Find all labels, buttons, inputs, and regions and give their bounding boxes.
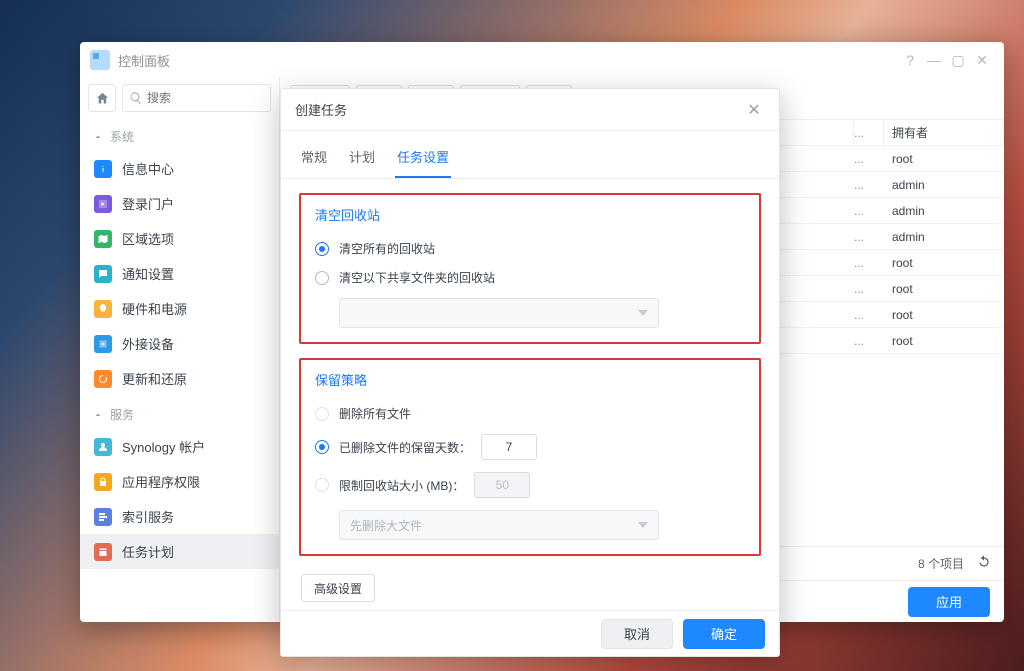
lock-icon — [97, 476, 109, 488]
nav-info-center[interactable]: 信息中心 — [80, 151, 279, 186]
nav-task-scheduler[interactable]: 任务计划 — [80, 534, 279, 569]
app-icon — [90, 50, 110, 70]
dialog-footer: 取消 确定 — [281, 610, 779, 656]
home-icon — [95, 91, 110, 106]
owner-cell: admin — [884, 230, 1004, 244]
update-icon — [97, 373, 109, 385]
info-icon — [97, 163, 109, 175]
column-owner: 拥有者 — [884, 120, 1004, 145]
notification-icon — [97, 268, 109, 280]
index-icon — [97, 511, 109, 523]
sidebar: 系统 信息中心 登录门户 区域选项 通知设置 硬件和电源 外接设备 更新和还原 … — [80, 78, 280, 622]
nav-app-privileges[interactable]: 应用程序权限 — [80, 464, 279, 499]
radio-icon — [315, 271, 329, 285]
chevron-down-icon — [638, 310, 648, 316]
radio-icon — [315, 242, 329, 256]
nav-indexing[interactable]: 索引服务 — [80, 499, 279, 534]
column-more: ... — [854, 120, 884, 145]
ok-button[interactable]: 确定 — [683, 619, 765, 649]
window-title: 控制面板 — [118, 51, 170, 70]
close-button[interactable]: ✕ — [970, 48, 994, 72]
radio-icon — [315, 407, 329, 421]
item-count: 8 个项目 — [918, 555, 964, 572]
bulb-icon — [97, 303, 109, 315]
days-input[interactable] — [481, 434, 537, 460]
size-input — [474, 472, 530, 498]
owner-cell: root — [884, 334, 1004, 348]
owner-cell: root — [884, 256, 1004, 270]
radio-icon — [315, 440, 329, 454]
chevron-down-icon — [638, 522, 648, 528]
chevron-up-icon — [92, 131, 104, 143]
calendar-icon — [97, 546, 109, 558]
owner-cell: admin — [884, 178, 1004, 192]
search-box[interactable] — [122, 84, 271, 112]
owner-cell: root — [884, 282, 1004, 296]
minimize-button[interactable]: — — [922, 48, 946, 72]
group-system-header[interactable]: 系统 — [80, 118, 279, 151]
radio-delete-all[interactable]: 删除所有文件 — [315, 399, 745, 428]
tab-general[interactable]: 常规 — [299, 141, 329, 178]
radio-empty-all[interactable]: 清空所有的回收站 — [315, 234, 745, 263]
tab-schedule[interactable]: 计划 — [347, 141, 377, 178]
create-task-dialog: 创建任务 ✕ 常规 计划 任务设置 清空回收站 清空所有的回收站 清空以下共享文… — [280, 88, 780, 657]
reload-button[interactable] — [976, 554, 992, 573]
owner-cell: root — [884, 308, 1004, 322]
nav-hardware[interactable]: 硬件和电源 — [80, 291, 279, 326]
delete-priority-select[interactable]: 先删除大文件 — [339, 510, 659, 540]
section-retention-title: 保留策略 — [315, 370, 745, 389]
dialog-tabs: 常规 计划 任务设置 — [281, 131, 779, 179]
external-icon — [97, 338, 109, 350]
group-system-label: 系统 — [110, 128, 134, 145]
nav-external[interactable]: 外接设备 — [80, 326, 279, 361]
search-input[interactable] — [147, 91, 264, 105]
section-empty-recycle-title: 清空回收站 — [315, 205, 745, 224]
reload-icon — [976, 554, 992, 570]
nav-notifications[interactable]: 通知设置 — [80, 256, 279, 291]
dialog-title: 创建任务 — [295, 100, 347, 119]
radio-icon — [315, 478, 329, 492]
owner-cell: admin — [884, 204, 1004, 218]
dialog-header: 创建任务 ✕ — [281, 89, 779, 131]
shared-folder-select[interactable] — [339, 298, 659, 328]
cancel-button[interactable]: 取消 — [601, 619, 673, 649]
radio-keep-days[interactable]: 已删除文件的保留天数： — [315, 428, 745, 466]
account-icon — [97, 441, 109, 453]
tab-task-settings[interactable]: 任务设置 — [395, 141, 451, 178]
radio-empty-selected[interactable]: 清空以下共享文件夹的回收站 — [315, 263, 745, 292]
maximize-button[interactable]: ▢ — [946, 48, 970, 72]
search-icon — [129, 91, 143, 105]
nav-synology-account[interactable]: Synology 帐户 — [80, 429, 279, 464]
section-empty-recycle: 清空回收站 清空所有的回收站 清空以下共享文件夹的回收站 — [299, 193, 761, 344]
nav-login-portal[interactable]: 登录门户 — [80, 186, 279, 221]
portal-icon — [97, 198, 109, 210]
dialog-close-button[interactable]: ✕ — [743, 99, 765, 121]
window-titlebar: 控制面板 ? — ▢ ✕ — [80, 42, 1004, 78]
group-services-label: 服务 — [110, 406, 134, 423]
group-services-header[interactable]: 服务 — [80, 396, 279, 429]
help-button[interactable]: ? — [898, 48, 922, 72]
nav-region[interactable]: 区域选项 — [80, 221, 279, 256]
section-retention: 保留策略 删除所有文件 已删除文件的保留天数： 限制回收站大小 (MB)： 先删… — [299, 358, 761, 556]
apply-button[interactable]: 应用 — [908, 587, 990, 617]
region-icon — [97, 233, 109, 245]
chevron-up-icon — [92, 409, 104, 421]
owner-cell: root — [884, 152, 1004, 166]
home-button[interactable] — [88, 84, 116, 112]
advanced-settings-button[interactable]: 高级设置 — [301, 574, 375, 602]
radio-size-limit[interactable]: 限制回收站大小 (MB)： — [315, 466, 745, 504]
nav-update[interactable]: 更新和还原 — [80, 361, 279, 396]
